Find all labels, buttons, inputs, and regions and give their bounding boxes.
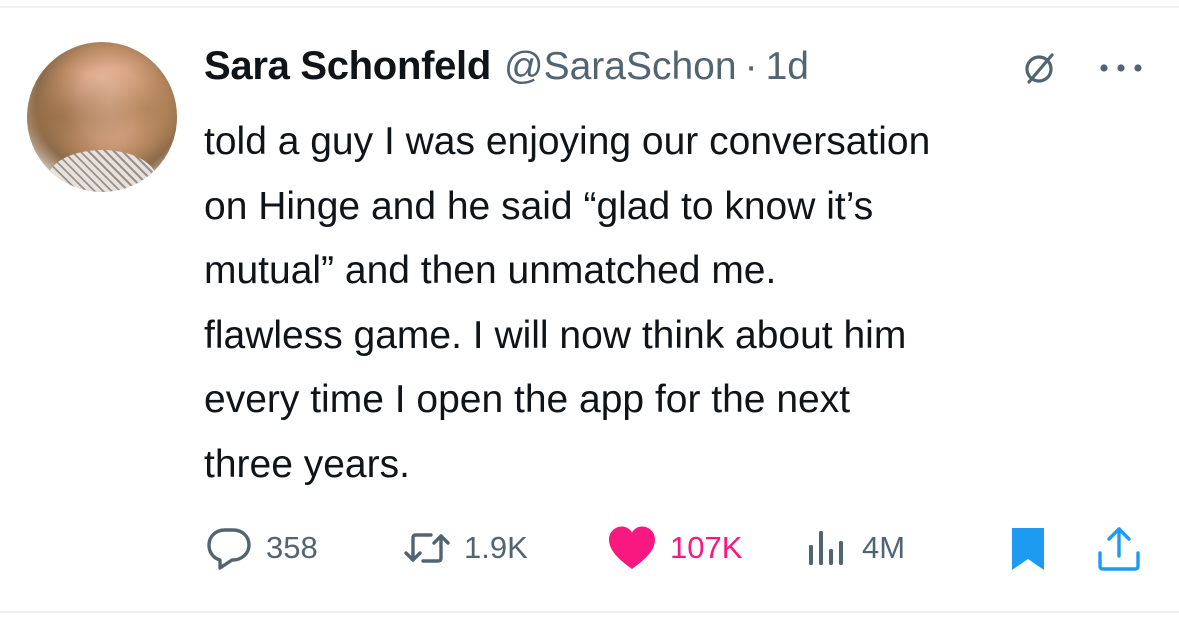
more-horizontal-icon[interactable] [1098, 58, 1144, 78]
author-handle[interactable]: @SaraSchon [504, 45, 737, 89]
reply-button[interactable]: 358 [204, 520, 318, 576]
reply-count: 358 [266, 530, 318, 565]
retweet-button[interactable]: 1.9K [402, 520, 528, 576]
share-button[interactable] [1094, 520, 1144, 576]
bottom-divider [0, 611, 1179, 613]
views-button[interactable]: 4M [804, 520, 905, 576]
retweet-icon [404, 533, 450, 563]
bookmark-button[interactable] [1005, 520, 1051, 576]
like-button[interactable]: 107K [606, 520, 742, 576]
avatar[interactable] [27, 42, 177, 192]
like-count: 107K [670, 530, 743, 565]
tweet-header: Sara Schonfeld @SaraSchon · 1d [204, 44, 809, 90]
top-divider [0, 6, 1179, 8]
views-count: 4M [862, 530, 906, 565]
reply-bubble-icon [207, 528, 251, 570]
share-upload-icon [1098, 527, 1140, 571]
author-name[interactable]: Sara Schonfeld [204, 44, 491, 89]
retweet-count: 1.9K [464, 530, 528, 565]
timestamp[interactable]: 1d [766, 45, 809, 89]
heart-filled-icon [609, 526, 655, 569]
action-bar: 358 1.9K 107K 4M [0, 520, 1179, 576]
tweet-text: told a guy I was enjoying our conversati… [204, 120, 931, 486]
bar-chart-icon [809, 531, 843, 565]
circle-slash-icon [1025, 53, 1054, 84]
bookmark-filled-icon [1012, 528, 1044, 570]
separator-dot: · [744, 45, 758, 88]
